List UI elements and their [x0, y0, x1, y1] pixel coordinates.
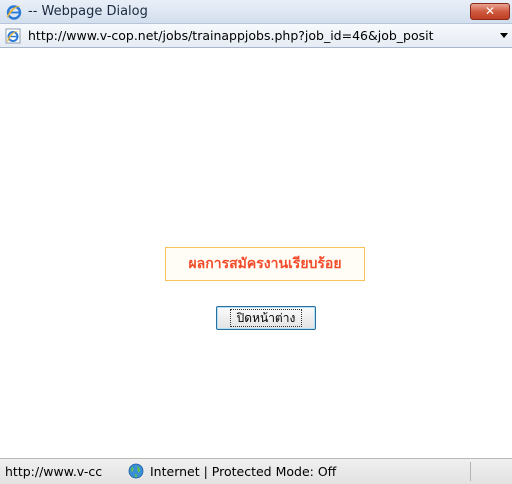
close-window-button-label: ปิดหน้าต่าง [229, 309, 303, 327]
address-url: http://www.v-cop.net/jobs/trainappjobs.p… [28, 28, 434, 43]
result-message: ผลการสมัครงานเรียบร้อย [165, 247, 365, 281]
ie-icon [6, 5, 22, 20]
status-url: http://www.v-cc [5, 464, 103, 479]
page-icon [5, 28, 21, 44]
window-title: -- Webpage Dialog [28, 4, 148, 19]
chevron-down-icon[interactable] [500, 33, 508, 38]
status-divider [470, 462, 471, 481]
close-window-button[interactable]: ปิดหน้าต่าง [216, 306, 316, 330]
close-window-x-button[interactable]: ✕ [470, 3, 510, 20]
status-bar: http://www.v-cc Internet | Protected Mod… [0, 458, 512, 484]
globe-icon [128, 463, 144, 479]
title-bar[interactable]: -- Webpage Dialog ✕ [0, 0, 512, 24]
webpage-dialog: -- Webpage Dialog ✕ http://www.v-cop.net… [0, 0, 512, 484]
address-bar[interactable]: http://www.v-cop.net/jobs/trainappjobs.p… [0, 24, 512, 48]
security-zone-text: Internet | Protected Mode: Off [150, 464, 337, 479]
page-content: ผลการสมัครงานเรียบร้อย ปิดหน้าต่าง [0, 48, 512, 458]
